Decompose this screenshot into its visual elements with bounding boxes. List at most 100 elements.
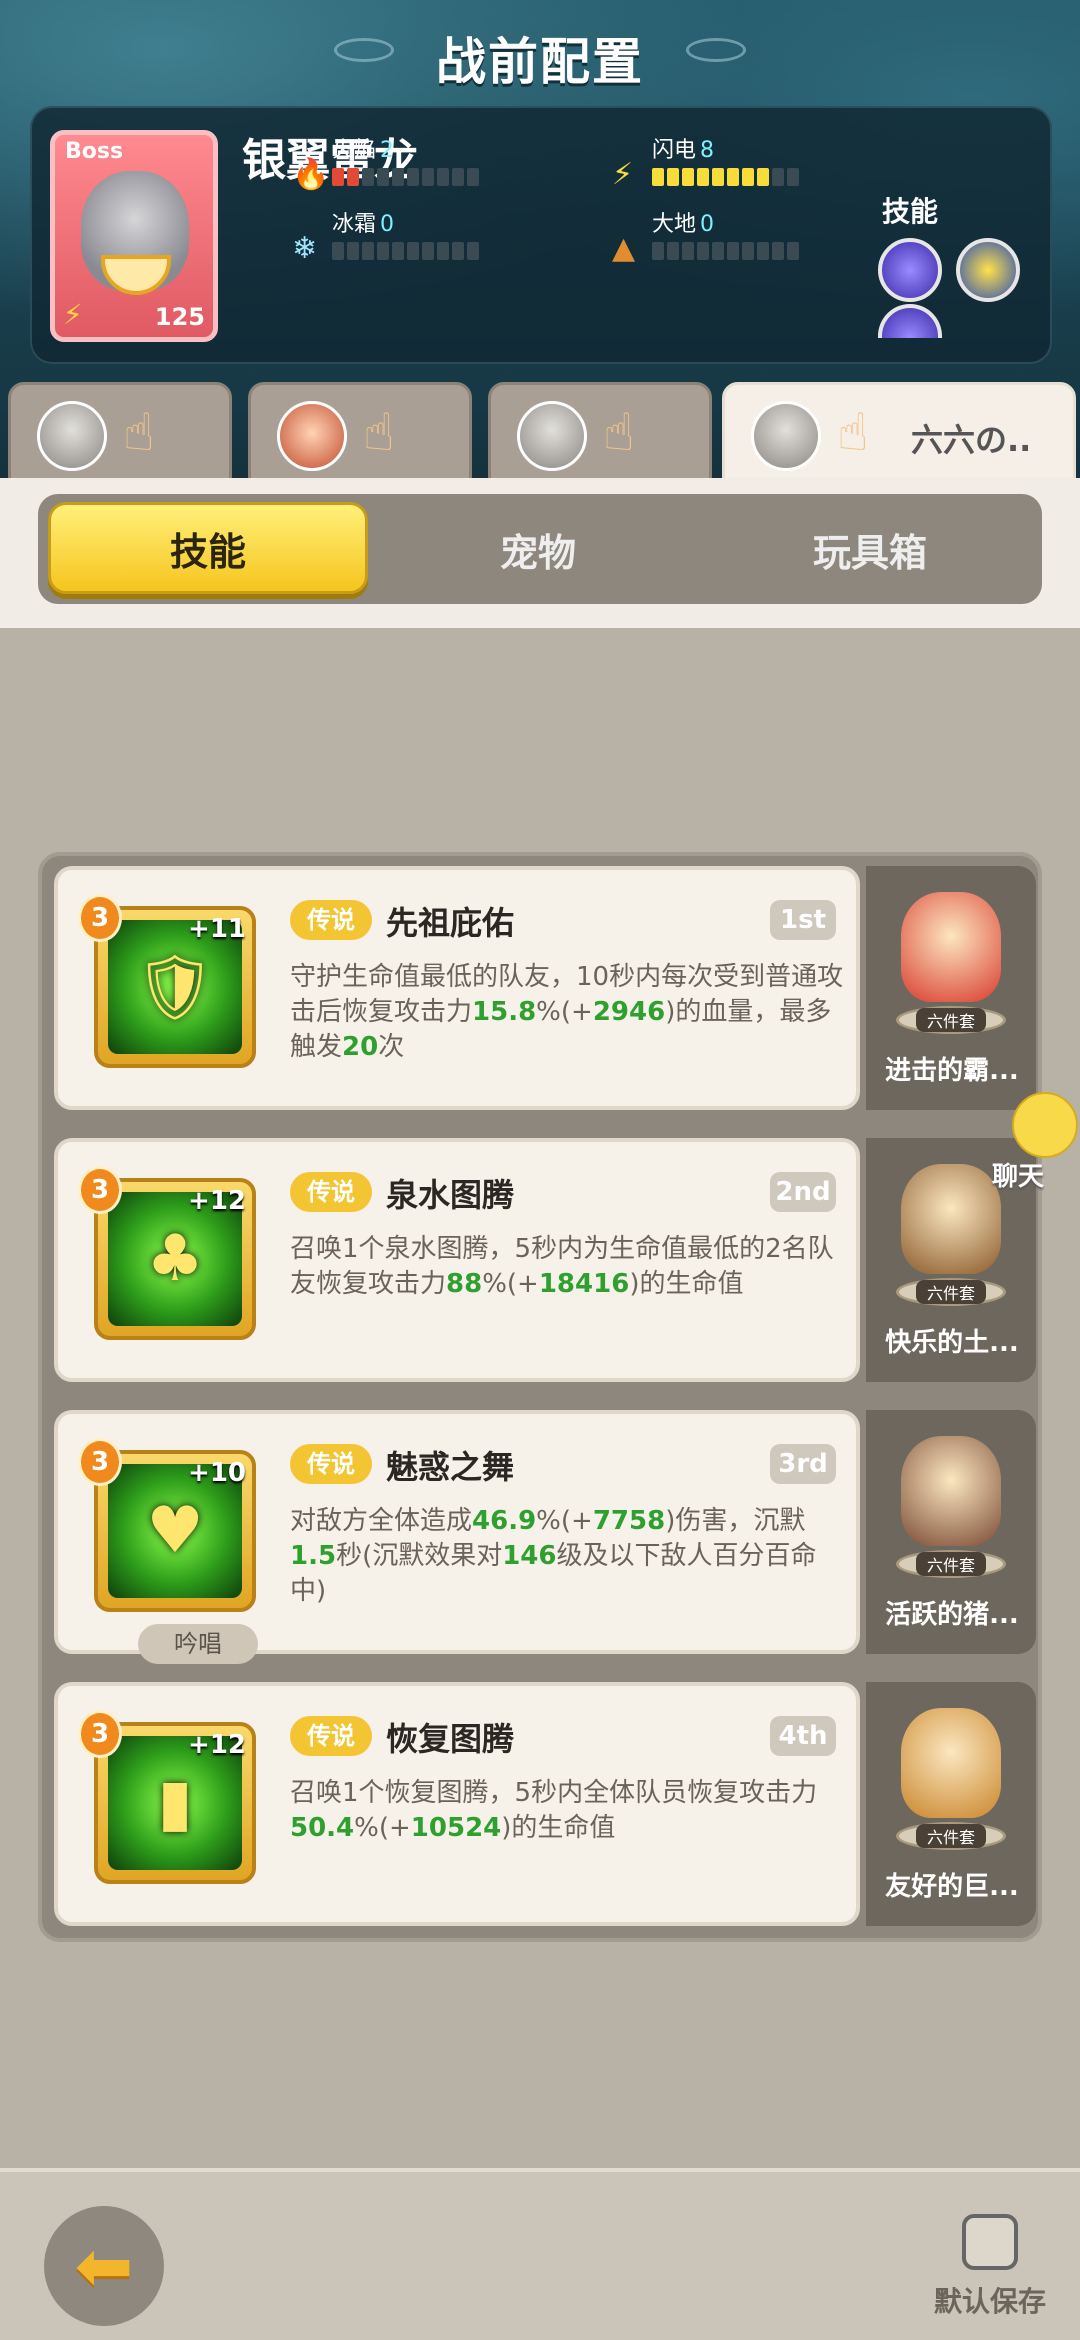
stat-bar-segment (787, 242, 799, 260)
stat-bar-segment (712, 242, 724, 260)
stat-fire: 🔥 火焰 2 (292, 132, 592, 192)
stat-ice-bar (332, 242, 479, 260)
skill-desc-text: %(+ (536, 1506, 593, 1536)
skill-desc-value: 88 (446, 1269, 483, 1299)
stat-bar-segment (347, 168, 359, 186)
skill-row[interactable]: ▮ +12 3 传说 恢复图腾 4th 召唤1个恢复图腾，5秒内全体队员恢复攻击… (42, 1672, 1046, 1926)
tab-pets[interactable]: 宠物 (378, 494, 698, 604)
skill-rank-badge: 4th (770, 1716, 836, 1756)
tap-hand-icon: ☝ (363, 403, 395, 463)
default-save-label: 默认保存 (934, 2285, 1047, 2318)
pet-figure (901, 892, 1001, 1002)
stat-bar-segment (757, 242, 769, 260)
pet-slot[interactable]: 六件套 友好的巨... (866, 1682, 1036, 1926)
boss-skill-lightning-icon[interactable] (878, 238, 942, 302)
boss-skill-bird-icon[interactable] (956, 238, 1020, 302)
hero-tab-2[interactable]: ☝ (248, 382, 472, 482)
skill-desc-text: 次 (378, 1032, 405, 1062)
skill-name: 先祖庇佑 (386, 904, 515, 942)
stat-ice-label: 冰霜 0 (332, 206, 394, 238)
skill-upgrade-level: +10 (188, 1458, 246, 1488)
tab-skills[interactable]: 技能 (48, 502, 368, 594)
stat-bar-segment (437, 168, 449, 186)
chat-button[interactable]: 聊天 (992, 1092, 1080, 1192)
segment-control: 技能 宠物 玩具箱 (38, 494, 1042, 604)
tap-hand-icon: ☝ (603, 403, 635, 463)
stat-fire-bar (332, 168, 479, 186)
stat-bar-segment (652, 242, 664, 260)
avatar (277, 401, 347, 471)
stat-bar-segment (452, 242, 464, 260)
avatar (37, 401, 107, 471)
skill-rank-badge: 3rd (770, 1444, 836, 1484)
pet-slot[interactable]: 六件套 进击的霸... (866, 866, 1036, 1110)
stat-bar-segment (362, 242, 374, 260)
pet-slot[interactable]: 六件套 活跃的猪... (866, 1410, 1036, 1654)
skill-list: 🛡 +11 3 传说 先祖庇佑 1st 守护生命值最低的队友，10秒内每次受到普… (38, 852, 1042, 1942)
skill-desc-text: )的生命值 (501, 1813, 616, 1843)
skill-description: 守护生命值最低的队友，10秒内每次受到普通攻击后恢复攻击力15.8%(+2946… (290, 960, 850, 1065)
pet-figure (901, 1436, 1001, 1546)
pet-name: 进击的霸... (885, 1056, 1019, 1086)
hero-tab-4[interactable]: ☝ 六六の.. (722, 382, 1076, 482)
skill-desc-text: )伤害，沉默 (665, 1506, 806, 1536)
earth-icon: ▲ (612, 231, 636, 266)
bottom-bar: ⬅ 默认保存 (0, 2168, 1080, 2340)
stat-bar-segment (407, 168, 419, 186)
stat-bar-segment (742, 168, 754, 186)
skill-card[interactable]: 🛡 +11 3 传说 先祖庇佑 1st 守护生命值最低的队友，10秒内每次受到普… (54, 866, 860, 1110)
skill-upgrade-level: +11 (188, 914, 246, 944)
skill-upgrade-level: +12 (188, 1730, 246, 1760)
star-level-badge: 3 (78, 1710, 122, 1758)
stat-lightning-bar (652, 168, 799, 186)
hero-tab-1[interactable]: ☝ (8, 382, 232, 482)
skill-desc-text: 召唤1个恢复图腾，5秒内全体队员恢复攻击力 (290, 1778, 818, 1808)
skill-row[interactable]: ♣ +12 3 传说 泉水图腾 2nd 召唤1个泉水图腾，5秒内为生命值最低的2… (42, 1128, 1046, 1382)
back-button[interactable]: ⬅ (44, 2206, 164, 2326)
hero-tab-name: 六六の.. (911, 421, 1032, 459)
avatar (517, 401, 587, 471)
tap-hand-icon: ☝ (123, 403, 155, 463)
stat-ice: ❄ 冰霜 0 (292, 206, 592, 266)
pet-set-badge: 六件套 (916, 1824, 986, 1848)
hero-tab-3[interactable]: ☝ (488, 382, 712, 482)
boss-skill-partial-icon[interactable] (878, 304, 942, 338)
pet-set-badge: 六件套 (916, 1280, 986, 1304)
stat-bar-segment (377, 242, 389, 260)
skill-desc-value: 7758 (592, 1506, 666, 1536)
skill-description: 召唤1个泉水图腾，5秒内为生命值最低的2名队友恢复攻击力88%(+18416)的… (290, 1232, 850, 1302)
stat-bar-segment (727, 242, 739, 260)
skill-card[interactable]: ♣ +12 3 传说 泉水图腾 2nd 召唤1个泉水图腾，5秒内为生命值最低的2… (54, 1138, 860, 1382)
boss-skills-label: 技能 (882, 195, 939, 228)
skill-card[interactable]: ▮ +12 3 传说 恢复图腾 4th 召唤1个恢复图腾，5秒内全体队员恢复攻击… (54, 1682, 860, 1926)
skill-desc-value: 1.5 (290, 1541, 337, 1571)
skill-rank-badge: 1st (770, 900, 836, 940)
avatar (751, 401, 821, 471)
skill-card[interactable]: ♥ +10 3 吟唱 传说 魅惑之舞 3rd 对敌方全体造成46.9%(+775… (54, 1410, 860, 1664)
stat-bar-segment (437, 242, 449, 260)
skill-desc-value: 18416 (538, 1269, 630, 1299)
snowflake-icon: ❄ (292, 231, 318, 266)
stat-bar-segment (362, 168, 374, 186)
boss-tag: Boss (65, 139, 124, 164)
rarity-badge: 传说 (290, 1172, 372, 1212)
skill-row[interactable]: 🛡 +11 3 传说 先祖庇佑 1st 守护生命值最低的队友，10秒内每次受到普… (42, 856, 1046, 1110)
stat-ice-value: 0 (380, 212, 395, 237)
skill-row[interactable]: ♥ +10 3 吟唱 传说 魅惑之舞 3rd 对敌方全体造成46.9%(+775… (42, 1400, 1046, 1664)
boss-card[interactable]: Boss ⚡ 125 (50, 130, 218, 342)
stat-lightning-name: 闪电 (652, 138, 697, 163)
pet-figure (901, 1164, 1001, 1274)
stat-bar-segment (787, 168, 799, 186)
stat-bar-segment (772, 168, 784, 186)
flame-icon: 🔥 (292, 157, 330, 192)
boss-level: 125 (154, 303, 205, 331)
stat-fire-label: 火焰 2 (332, 132, 394, 164)
stat-bar-segment (697, 242, 709, 260)
skill-desc-text: )的生命值 (629, 1269, 744, 1299)
stat-bar-segment (422, 168, 434, 186)
stat-fire-name: 火焰 (332, 138, 377, 163)
skill-desc-text: 对敌方全体造成 (290, 1506, 473, 1536)
skill-desc-text: %(+ (482, 1269, 539, 1299)
default-save-checkbox[interactable] (962, 2214, 1018, 2270)
tab-toybox[interactable]: 玩具箱 (710, 494, 1030, 604)
